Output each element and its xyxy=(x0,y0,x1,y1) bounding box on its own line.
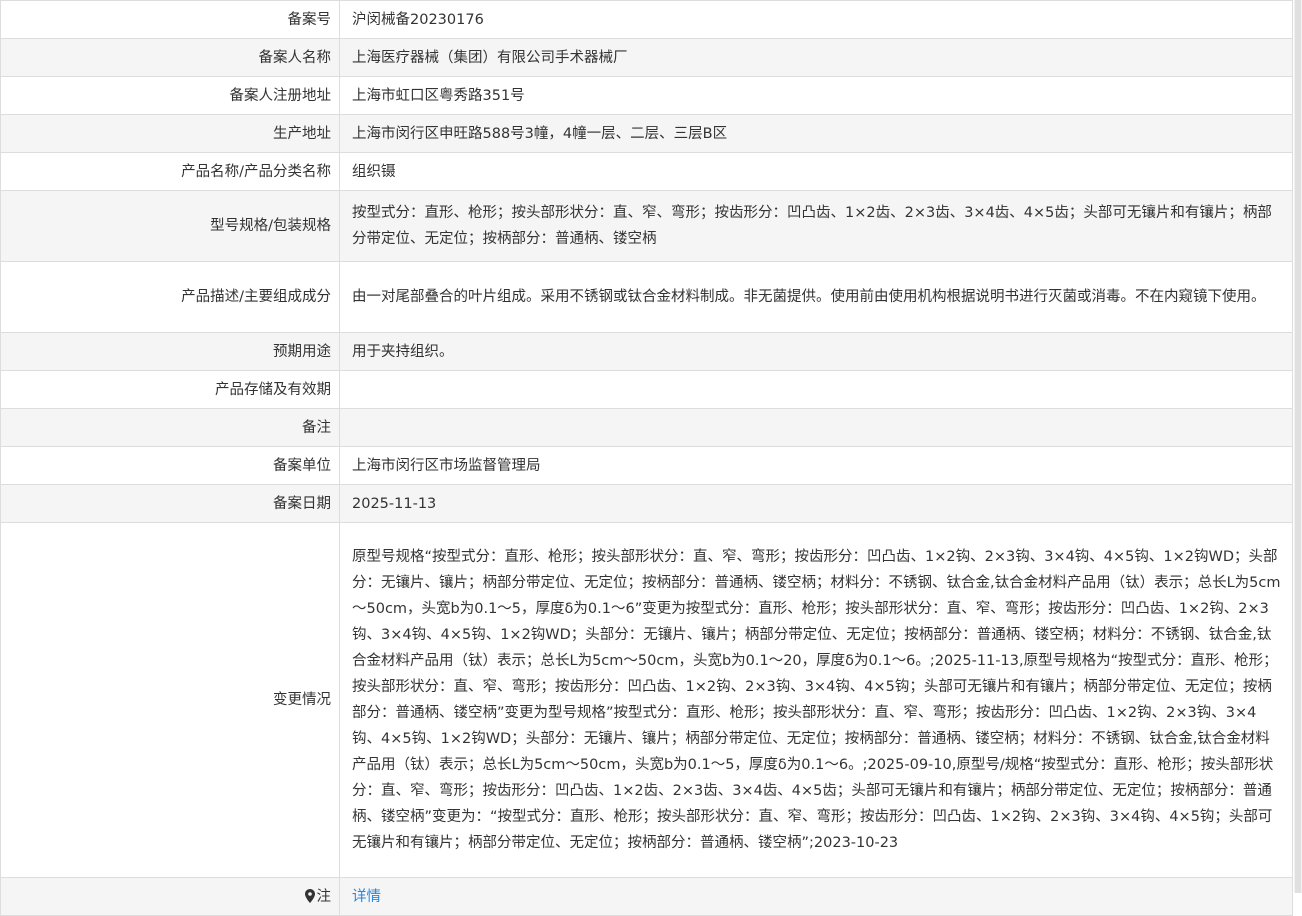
note-value-cell: 详情 xyxy=(339,877,1293,916)
row-change-history: 变更情况 原型号规格“按型式分：直形、枪形；按头部形状分：直、窄、弯形；按齿形分… xyxy=(0,522,1293,878)
row-product-description: 产品描述/主要组成成分 由一对尾部叠合的叶片组成。采用不锈钢或钛合金材料制成。非… xyxy=(0,261,1293,333)
row-value: 上海市虹口区粤秀路351号 xyxy=(339,76,1293,115)
row-value: 原型号规格“按型式分：直形、枪形；按头部形状分：直、窄、弯形；按齿形分：凹凸齿、… xyxy=(339,522,1293,878)
record-detail-page: 备案号 沪闵械备20230176 备案人名称 上海医疗器械（集团）有限公司手术器… xyxy=(0,0,1302,916)
row-label: 型号规格/包装规格 xyxy=(0,190,340,262)
row-label: 预期用途 xyxy=(0,332,340,371)
row-value: 2025-11-13 xyxy=(339,484,1293,523)
row-label: 备注 xyxy=(0,408,340,447)
row-label: 备案人名称 xyxy=(0,38,340,77)
details-link[interactable]: 详情 xyxy=(352,889,381,905)
row-label: 备案日期 xyxy=(0,484,340,523)
row-value: 上海市闵行区申旺路588号3幢，4幢一层、二层、三层B区 xyxy=(339,114,1293,153)
row-value: 用于夹持组织。 xyxy=(339,332,1293,371)
row-remarks: 备注 xyxy=(0,408,1293,447)
row-value xyxy=(339,408,1293,447)
note-label-cell: 注 xyxy=(0,877,340,916)
row-label: 产品描述/主要组成成分 xyxy=(0,261,340,333)
row-filer-name: 备案人名称 上海医疗器械（集团）有限公司手术器械厂 xyxy=(0,38,1293,77)
scrollbar-thumb[interactable] xyxy=(1295,0,1301,893)
row-filing-authority: 备案单位 上海市闵行区市场监督管理局 xyxy=(0,446,1293,485)
row-intended-use: 预期用途 用于夹持组织。 xyxy=(0,332,1293,371)
row-label: 变更情况 xyxy=(0,522,340,878)
row-filing-number: 备案号 沪闵械备20230176 xyxy=(0,0,1293,39)
row-value xyxy=(339,370,1293,409)
note-label: 注 xyxy=(316,888,332,905)
row-note: 注 详情 xyxy=(0,877,1293,916)
row-value: 沪闵械备20230176 xyxy=(339,0,1293,39)
row-value: 按型式分：直形、枪形；按头部形状分：直、窄、弯形；按齿形分：凹凸齿、1×2齿、2… xyxy=(339,190,1293,262)
row-value: 由一对尾部叠合的叶片组成。采用不锈钢或钛合金材料制成。非无菌提供。使用前由使用机… xyxy=(339,261,1293,333)
row-label: 产品存储及有效期 xyxy=(0,370,340,409)
row-label: 产品名称/产品分类名称 xyxy=(0,152,340,191)
row-filer-address: 备案人注册地址 上海市虹口区粤秀路351号 xyxy=(0,76,1293,115)
row-value: 上海市闵行区市场监督管理局 xyxy=(339,446,1293,485)
row-label: 生产地址 xyxy=(0,114,340,153)
row-label: 备案人注册地址 xyxy=(0,76,340,115)
row-production-address: 生产地址 上海市闵行区申旺路588号3幢，4幢一层、二层、三层B区 xyxy=(0,114,1293,153)
row-value: 上海医疗器械（集团）有限公司手术器械厂 xyxy=(339,38,1293,77)
row-label: 备案单位 xyxy=(0,446,340,485)
row-product-name: 产品名称/产品分类名称 组织镊 xyxy=(0,152,1293,191)
row-filing-date: 备案日期 2025-11-13 xyxy=(0,484,1293,523)
row-model-spec: 型号规格/包装规格 按型式分：直形、枪形；按头部形状分：直、窄、弯形；按齿形分：… xyxy=(0,190,1293,262)
location-pin-icon xyxy=(304,888,315,903)
row-value: 组织镊 xyxy=(339,152,1293,191)
record-detail-table: 备案号 沪闵械备20230176 备案人名称 上海医疗器械（集团）有限公司手术器… xyxy=(0,0,1293,916)
row-storage-validity: 产品存储及有效期 xyxy=(0,370,1293,409)
row-label: 备案号 xyxy=(0,0,340,39)
